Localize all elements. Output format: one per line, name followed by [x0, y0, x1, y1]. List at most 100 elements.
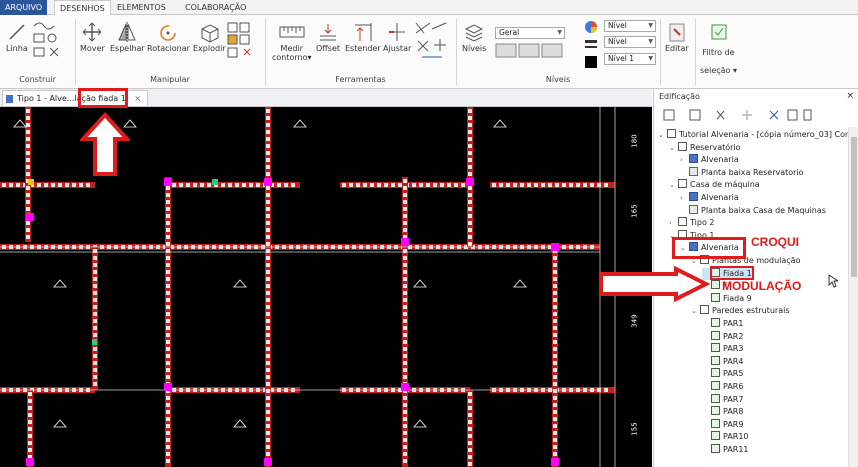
scrollbar-thumb[interactable]: [851, 137, 857, 277]
filtro-selecao-button[interactable]: Filtro de seleção ▾: [700, 20, 737, 80]
tree-node[interactable]: › Tipo 2: [669, 217, 714, 229]
tree-node[interactable]: ⌄ Paredes estruturais: [691, 305, 790, 317]
tree-node[interactable]: PAR9: [702, 418, 743, 431]
close-icon[interactable]: ×: [846, 91, 854, 101]
tree-node[interactable]: PAR2: [702, 330, 743, 343]
rotacionar-button[interactable]: Rotacionar: [147, 20, 190, 53]
tree-node[interactable]: PAR1: [702, 318, 743, 330]
level-set-select[interactable]: Geral ▼: [495, 27, 565, 39]
masonry-block: [266, 424, 270, 428]
masonry-block: [553, 277, 557, 281]
level-select-3[interactable]: Nível 1 ▼: [604, 53, 656, 65]
tree-node[interactable]: PAR10: [702, 431, 749, 443]
tree-node[interactable]: PAR6: [702, 381, 743, 393]
niveis-button[interactable]: Níveis: [462, 20, 486, 53]
editar-button[interactable]: Editar: [665, 20, 689, 53]
tree-node[interactable]: PAR5: [702, 368, 743, 380]
color-wheel-icon[interactable]: [583, 20, 599, 73]
medir-contorno-button[interactable]: Medir contorno▾: [272, 20, 312, 62]
tree-node[interactable]: ⌄ Tutorial Alvenaria - [cópia número_03] …: [658, 129, 849, 141]
group-label-ferramentas: Ferramentas: [335, 75, 386, 84]
masonry-block: [93, 354, 97, 358]
tab-arquivo[interactable]: ARQUIVO: [0, 0, 48, 15]
explodir-button[interactable]: Explodir: [193, 20, 226, 53]
masonry-block: [166, 277, 170, 281]
tree-node-label: PAR7: [723, 394, 744, 404]
fillet-tools-icon[interactable]: [412, 19, 452, 64]
masonry-block: [468, 214, 472, 218]
opening-symbol: [513, 279, 527, 288]
masonry-block: [447, 183, 451, 187]
masonry-block: [266, 256, 270, 260]
tab-elementos[interactable]: ELEMENTOS: [112, 0, 171, 15]
masonry-block: [403, 277, 407, 281]
tree-node[interactable]: ⌄ Reservatório: [669, 141, 741, 154]
offset-button[interactable]: Offset: [316, 20, 340, 53]
masonry-block: [553, 417, 557, 421]
tab-colaboracao[interactable]: COLABORAÇÃO: [180, 0, 251, 15]
masonry-block: [166, 333, 170, 337]
tree-node-label: Alvenaria: [701, 193, 739, 202]
expand-chevron-icon[interactable]: ⌄: [669, 179, 678, 191]
masonry-block: [468, 441, 472, 445]
level-select-1[interactable]: Nível ▼: [604, 20, 656, 32]
tree-node-label: Fiada 9: [723, 293, 752, 303]
wall-group-icon: [689, 154, 698, 164]
masonry-block: [166, 424, 170, 428]
tree-node[interactable]: PAR4: [702, 355, 743, 368]
up-arrow-annotation: [78, 112, 132, 181]
expand-chevron-icon[interactable]: ⌄: [658, 129, 667, 141]
masonry-block: [26, 207, 30, 211]
masonry-block: [454, 183, 458, 187]
masonry-block: [553, 445, 557, 449]
collapse-chevron-icon[interactable]: ›: [680, 154, 689, 166]
collapse-chevron-icon[interactable]: ›: [669, 217, 678, 229]
masonry-block: [520, 183, 524, 187]
masonry-block: [166, 368, 170, 372]
opening-symbol: [493, 119, 507, 128]
tree-node[interactable]: Planta baixa Casa de Maquinas: [680, 204, 826, 217]
tree-node[interactable]: › Alvenaria: [680, 192, 739, 204]
tab-desenhos[interactable]: DESENHOS: [54, 0, 111, 16]
level-buttons-icon[interactable]: [495, 43, 565, 62]
level-select-2[interactable]: Nível ▼: [604, 36, 656, 48]
dimension-label-349: 349: [630, 314, 639, 328]
array-tools-icon[interactable]: [226, 21, 262, 64]
masonry-block: [26, 186, 30, 190]
tree-node[interactable]: Planta baixa Reservatorio: [680, 166, 804, 179]
wall-vertical: [467, 107, 473, 247]
chevron-down-icon: ▼: [648, 22, 653, 29]
tree-node[interactable]: PAR11: [702, 444, 749, 456]
tree-node[interactable]: ⌄ Casa de máquina: [669, 179, 760, 191]
masonry-block: [266, 382, 270, 386]
mover-button[interactable]: Mover: [80, 20, 105, 53]
expand-chevron-icon[interactable]: ⌄: [669, 142, 678, 154]
masonry-block: [28, 399, 32, 403]
collapse-chevron-icon[interactable]: ›: [680, 192, 689, 204]
linha-button[interactable]: Linha: [6, 20, 28, 53]
tree-node[interactable]: PAR3: [702, 343, 743, 355]
masonry-block: [166, 305, 170, 309]
masonry-block: [403, 319, 407, 323]
masonry-block: [553, 284, 557, 288]
masonry-block: [266, 291, 270, 295]
tree-node[interactable]: PAR8: [702, 406, 743, 418]
close-tab-icon[interactable]: ×: [134, 94, 141, 103]
masonry-block: [468, 448, 472, 452]
tree-node[interactable]: PAR7: [702, 393, 744, 406]
tree-node[interactable]: › Alvenaria: [680, 154, 739, 166]
ajustar-button[interactable]: Ajustar: [383, 20, 411, 53]
tree-node-label: PAR3: [723, 344, 744, 354]
panel-toolbar-icons[interactable]: [662, 107, 812, 123]
tree-scrollbar[interactable]: [848, 127, 858, 467]
layers-icon: [463, 20, 485, 44]
drawing-icon: [711, 355, 720, 365]
croqui-label: CROQUI: [751, 235, 799, 249]
masonry-block: [266, 445, 270, 449]
expand-chevron-icon[interactable]: ⌄: [691, 305, 700, 317]
shape-tools-icon[interactable]: [32, 20, 72, 63]
masonry-block: [166, 347, 170, 351]
masonry-block: [266, 186, 270, 190]
espelhar-button[interactable]: Espelhar: [110, 20, 145, 53]
estender-button[interactable]: Estender: [345, 20, 381, 53]
